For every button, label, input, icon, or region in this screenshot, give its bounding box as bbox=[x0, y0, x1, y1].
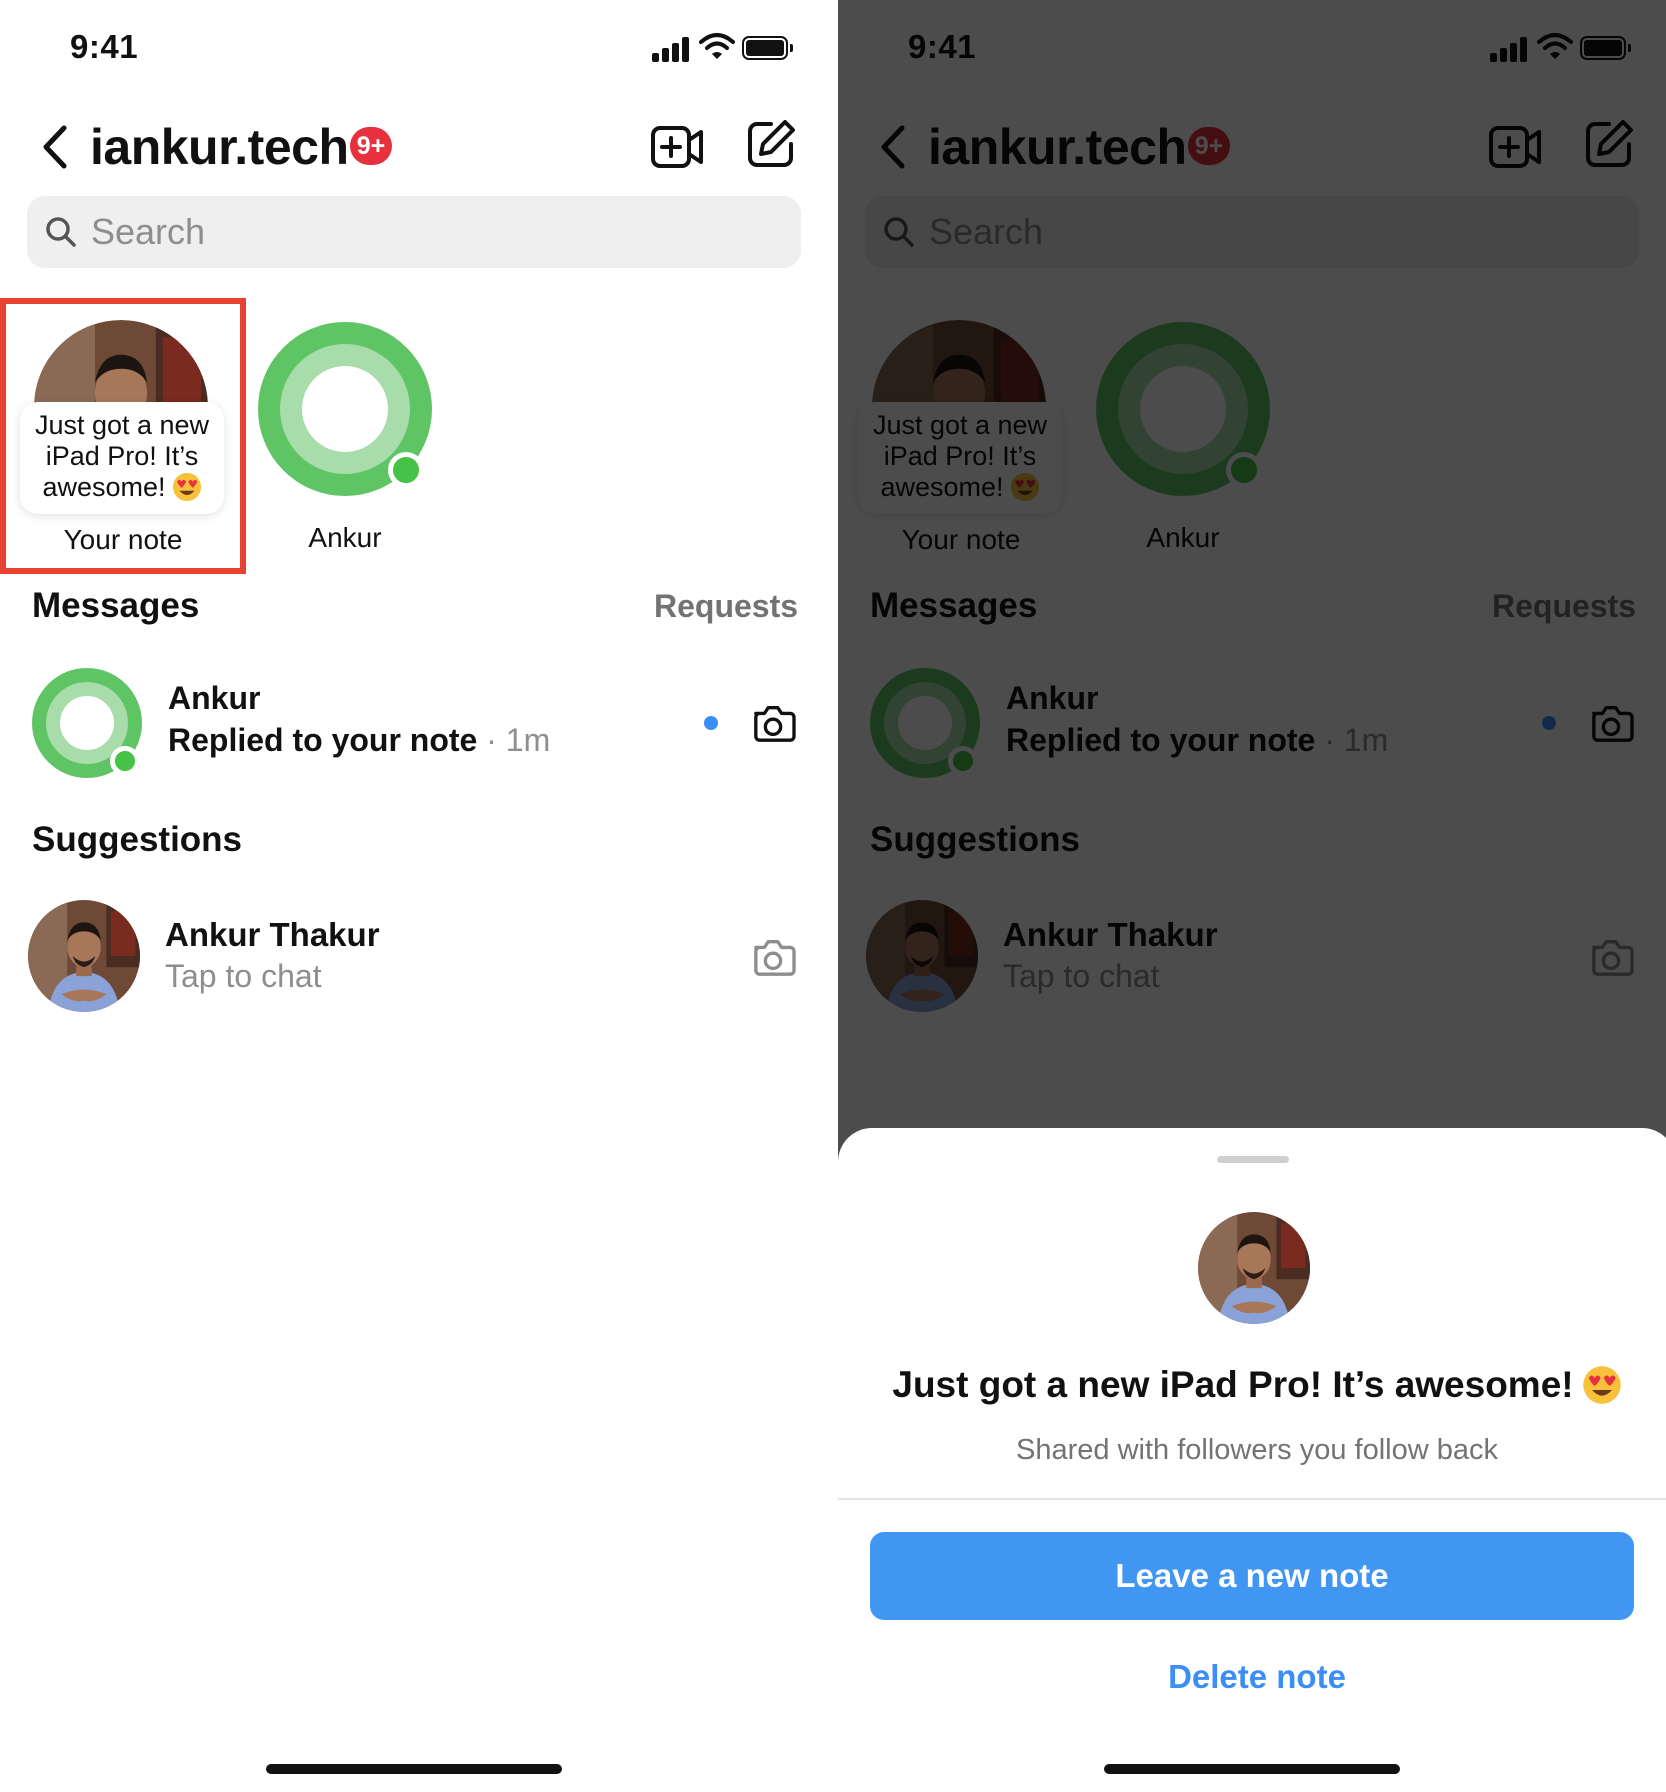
inbox-screen: 9:41 iankur.tech 9+ Just got a new bbox=[0, 0, 838, 1792]
sheet-note-text: Just got a new iPad Pro! It’s awesome! bbox=[838, 1364, 1666, 1406]
message-preview: Replied to your note · 1m bbox=[168, 722, 550, 759]
home-indicator[interactable] bbox=[1104, 1764, 1400, 1774]
search-bar[interactable] bbox=[27, 196, 801, 268]
avatar bbox=[28, 900, 140, 1012]
unread-dot bbox=[704, 716, 718, 730]
suggestion-row[interactable]: Ankur Thakur Tap to chat bbox=[0, 900, 838, 1020]
suggestion-subtitle: Tap to chat bbox=[165, 958, 322, 994]
compose-icon[interactable] bbox=[745, 118, 797, 170]
sheet-note-text-content: Just got a new iPad Pro! It’s awesome! bbox=[892, 1364, 1574, 1405]
notification-badge: 9+ bbox=[350, 127, 392, 165]
online-indicator bbox=[388, 452, 424, 488]
sheet-subtitle: Shared with followers you follow back bbox=[1016, 1434, 1498, 1466]
camera-icon[interactable] bbox=[750, 936, 796, 978]
search-icon bbox=[46, 217, 76, 247]
wifi-icon bbox=[699, 33, 735, 59]
sheet-grabber[interactable] bbox=[1217, 1156, 1289, 1163]
messages-heading: Messages bbox=[32, 586, 200, 625]
delete-note-button[interactable]: Delete note bbox=[838, 1652, 1666, 1702]
avatar bbox=[1198, 1212, 1310, 1324]
suggestion-name: Ankur Thakur bbox=[165, 916, 380, 953]
note-bottom-sheet: Just got a new iPad Pro! It’s awesome! S… bbox=[838, 1128, 1666, 1792]
requests-link[interactable]: Requests bbox=[654, 588, 798, 625]
heart-eyes-emoji-icon bbox=[1582, 1366, 1621, 1404]
your-note[interactable]: Just got a new iPad Pro! It’s awesome! Y… bbox=[0, 298, 246, 574]
message-sender: Ankur bbox=[168, 680, 261, 716]
leave-new-note-button[interactable]: Leave a new note bbox=[870, 1532, 1634, 1620]
ring-center bbox=[302, 366, 388, 452]
ankur-note[interactable]: Ankur bbox=[258, 322, 436, 562]
message-time: · 1m bbox=[486, 722, 551, 758]
search-input[interactable] bbox=[91, 196, 771, 268]
online-indicator bbox=[110, 746, 140, 776]
avatar bbox=[32, 668, 142, 778]
note-sheet-screen: 9:41 iankur.tech 9+ Just got a new iPa bbox=[838, 0, 1666, 1792]
page-title[interactable]: iankur.tech bbox=[90, 118, 349, 176]
signal-icon bbox=[652, 36, 692, 62]
battery-icon bbox=[742, 36, 793, 60]
highlight-box bbox=[0, 298, 246, 574]
ankur-note-label: Ankur bbox=[308, 522, 382, 553]
back-icon[interactable] bbox=[38, 122, 74, 172]
video-call-icon[interactable] bbox=[650, 124, 704, 170]
avatar-ring-center bbox=[60, 696, 114, 750]
status-time: 9:41 bbox=[70, 28, 139, 65]
suggestions-heading: Suggestions bbox=[32, 820, 243, 859]
home-indicator[interactable] bbox=[266, 1764, 562, 1774]
message-row[interactable]: Ankur Replied to your note · 1m bbox=[0, 660, 838, 790]
camera-icon[interactable] bbox=[750, 702, 796, 744]
divider bbox=[838, 1498, 1666, 1500]
message-preview-text: Replied to your note bbox=[168, 722, 478, 758]
